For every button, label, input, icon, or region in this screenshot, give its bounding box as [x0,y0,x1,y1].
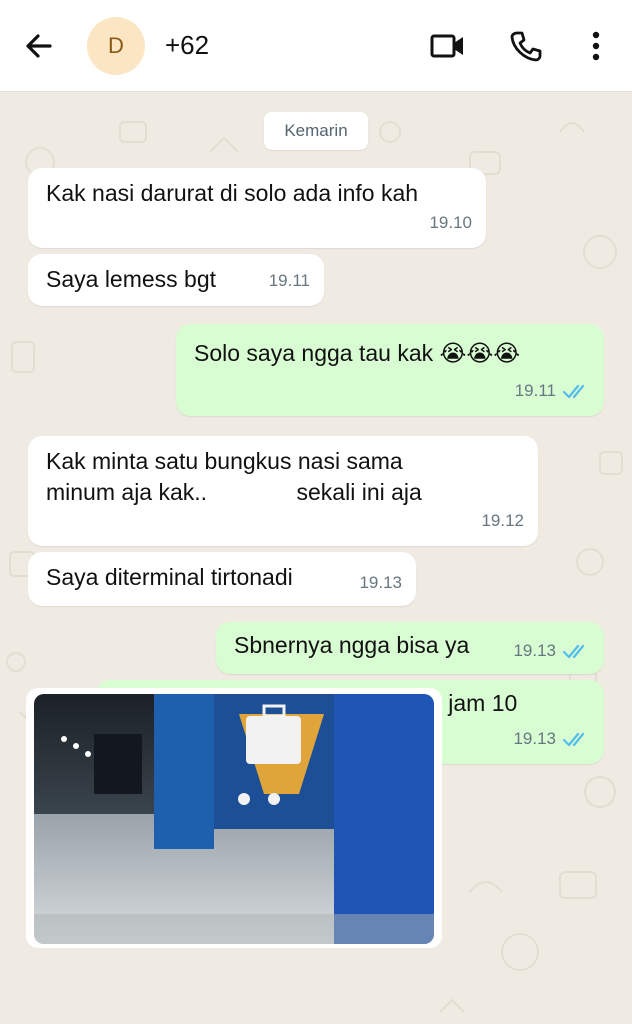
message-time: 19.10 [429,213,472,232]
message-bubble[interactable]: Solo saya ngga tau kak 😭😭😭 19.11 [176,324,604,416]
photo-thumbnail[interactable] [34,694,434,944]
voice-call-button[interactable] [506,26,546,66]
avatar[interactable]: D [87,17,145,75]
message-text-line: Kak minta satu bungkus nasi sama [46,448,403,474]
message-time: 19.11 [268,271,310,290]
message-time: 19.12 [481,511,524,530]
message-time: 19.13 [359,573,402,592]
message-bubble[interactable]: Saya diterminal tirtonadi 19.13 [28,552,416,606]
message-text: Solo saya ngga tau kak 😭😭😭 [194,340,521,366]
terminal-photo [34,694,434,944]
contact-name[interactable]: +62 [165,30,209,61]
message-bubble[interactable]: Sbnernya ngga bisa ya 19.13 [216,622,604,674]
message-bubble[interactable]: Kak nasi darurat di solo ada info kah 19… [28,168,486,248]
double-check-icon [562,644,585,658]
message-bubble[interactable]: Kak minta satu bungkus nasi sama minum a… [28,436,538,546]
message-meta: 19.13 [513,635,590,666]
message-text: Saya diterminal tirtonadi [46,564,293,590]
video-call-button[interactable] [428,26,468,66]
double-check-icon [562,384,585,398]
phone-call-icon [510,31,542,62]
message-meta: 19.11 [515,375,590,406]
more-options-icon [592,31,600,61]
message-text: Kak nasi darurat di solo ada info kah [46,180,419,206]
date-separator: Kemarin [264,112,368,150]
message-time: 19.11 [514,381,556,400]
more-options-button[interactable] [576,26,616,66]
message-meta: 19.13 [513,723,590,754]
message-bubble[interactable]: Saya lemess bgt 19.11 [28,254,324,306]
back-arrow-icon [26,34,52,58]
avatar-initial: D [108,33,124,58]
message-time: 19.13 [513,641,556,660]
message-text: Sbnernya ngga bisa ya [234,632,470,658]
back-button[interactable] [20,28,60,64]
message-text-line: minum aja kak.. sekali ini aja [46,479,422,505]
chat-header: D +62 [0,0,632,92]
double-check-icon [562,732,585,746]
message-time: 19.13 [513,729,556,748]
video-call-icon [430,34,463,58]
message-text: Saya lemess bgt [46,266,217,292]
